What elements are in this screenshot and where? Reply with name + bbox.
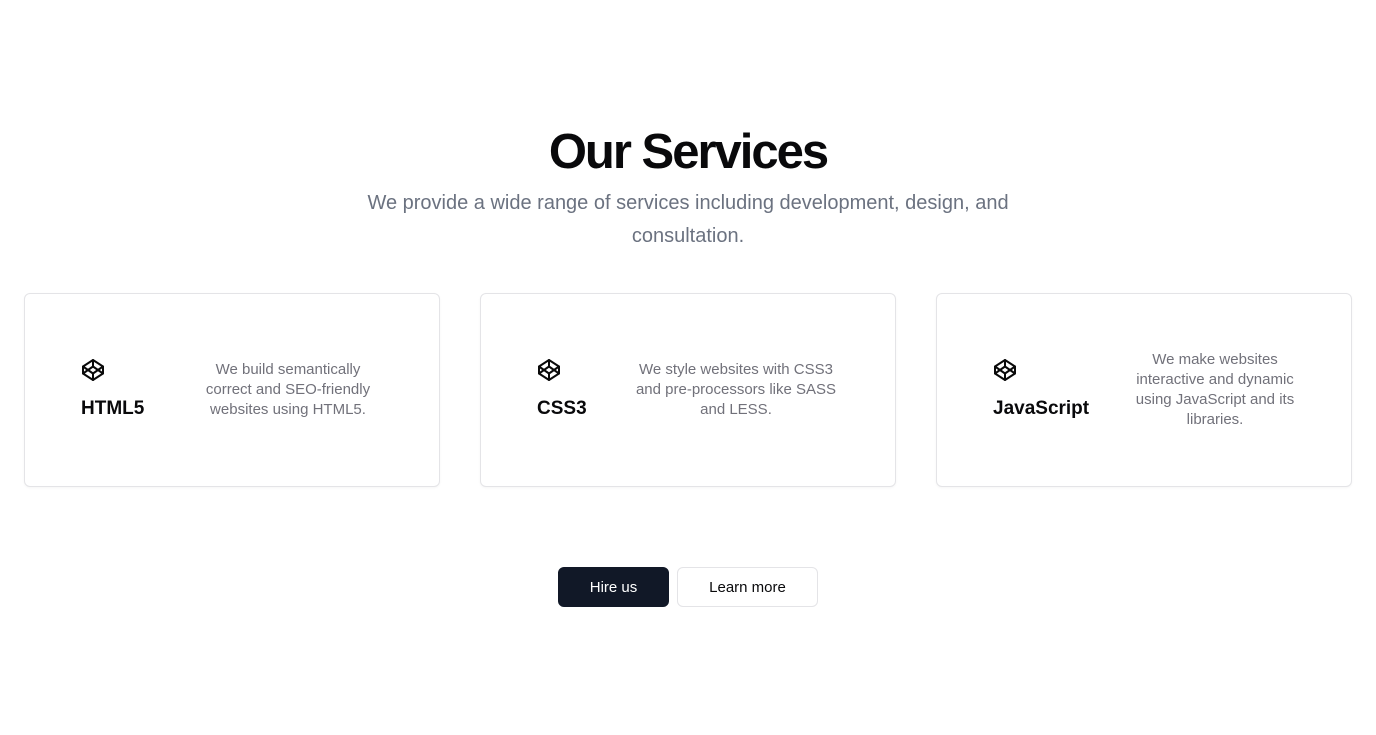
service-description: We style websites with CSS3 and pre-proc… xyxy=(635,361,837,418)
service-description: We build semantically correct and SEO-fr… xyxy=(205,361,371,418)
service-card-html5: HTML5 We build semantically correct and … xyxy=(24,293,440,487)
page-subtitle: We provide a wide range of services incl… xyxy=(367,192,1009,247)
service-card-javascript: JavaScript We make websites interactive … xyxy=(936,293,1352,487)
service-card-css3: CSS3 We style websites with CSS3 and pre… xyxy=(480,293,896,487)
hire-us-button[interactable]: Hire us xyxy=(558,567,669,607)
codepen-icon xyxy=(538,359,560,381)
codepen-icon xyxy=(994,359,1016,381)
service-title: CSS3 xyxy=(537,398,587,419)
services-section: Our Services We provide a wide range of … xyxy=(0,0,1376,735)
page-title: Our Services xyxy=(548,125,829,179)
learn-more-button[interactable]: Learn more xyxy=(677,567,818,607)
codepen-icon xyxy=(82,359,104,381)
service-cards: HTML5 We build semantically correct and … xyxy=(24,293,1352,487)
service-title: JavaScript xyxy=(993,398,1090,419)
service-title: HTML5 xyxy=(81,398,145,419)
service-description: We make websites interactive and dynamic… xyxy=(1135,351,1295,428)
